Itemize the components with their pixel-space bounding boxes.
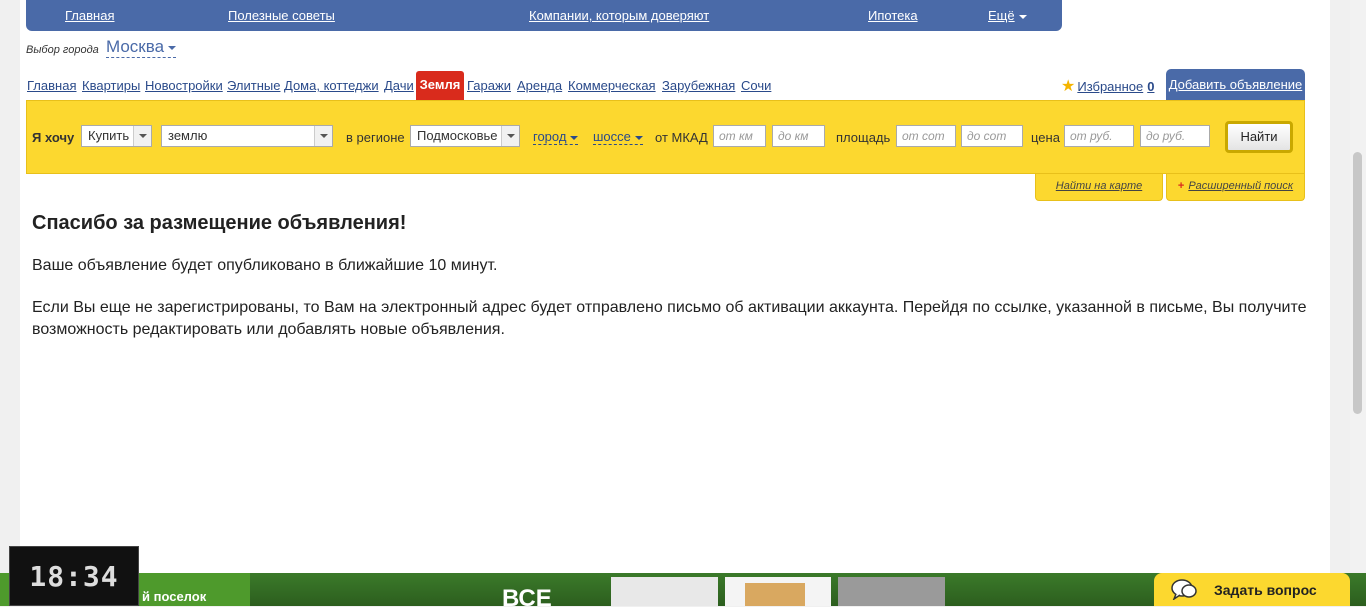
- city-filter-link[interactable]: город: [533, 129, 579, 145]
- chevron-down-icon: [168, 45, 177, 50]
- add-ad-button[interactable]: Добавить объявление: [1166, 69, 1305, 100]
- main-content: Спасибо за размещение объявления! Ваше о…: [32, 212, 1322, 361]
- price-to-input[interactable]: до руб.: [1140, 125, 1210, 147]
- banner-photo: [838, 577, 945, 606]
- publish-notice: Ваше объявление будет опубликовано в бли…: [32, 257, 498, 274]
- chevron-down-icon: [1018, 14, 1027, 19]
- city-selector[interactable]: Москва: [106, 37, 177, 58]
- banner-big-text: ВСЕ: [502, 585, 552, 606]
- map-search-tab[interactable]: Найти на карте: [1035, 174, 1163, 201]
- highway-filter-link[interactable]: шоссе: [593, 130, 643, 145]
- category-elite[interactable]: Элитные: [227, 78, 280, 93]
- category-apartments[interactable]: Квартиры: [82, 78, 140, 93]
- object-select[interactable]: землю: [161, 125, 333, 147]
- ask-question-button[interactable]: Задать вопрос: [1154, 573, 1350, 606]
- area-to-input[interactable]: до сот: [961, 125, 1023, 147]
- region-select-value: Подмосковье: [417, 128, 498, 143]
- category-new-buildings[interactable]: Новостройки: [145, 78, 223, 93]
- scrollbar-thumb[interactable]: [1353, 152, 1362, 414]
- plus-icon: +: [1177, 180, 1185, 192]
- category-home[interactable]: Главная: [27, 78, 76, 93]
- area-label: площадь: [836, 130, 891, 145]
- chevron-down-icon: [314, 126, 332, 146]
- object-select-value: землю: [168, 128, 208, 143]
- banner-text: й поселок: [142, 589, 207, 604]
- highway-filter-label: шоссе: [593, 129, 631, 144]
- page-title: Спасибо за размещение объявления!: [32, 212, 407, 234]
- mkad-from-input[interactable]: от км: [713, 125, 766, 147]
- find-button[interactable]: Найти: [1225, 121, 1293, 153]
- category-commercial[interactable]: Коммерческая: [568, 78, 656, 93]
- search-bar: Я хочу Купить землю в регионе Подмосковь…: [26, 100, 1305, 174]
- chevron-down-icon: [501, 126, 519, 146]
- mkad-label: от МКАД: [655, 130, 708, 145]
- mkad-to-input[interactable]: до км: [772, 125, 825, 147]
- chevron-down-icon: [133, 126, 151, 146]
- favorites-count: 0: [1147, 79, 1155, 94]
- region-select[interactable]: Подмосковье: [410, 125, 520, 147]
- category-garages[interactable]: Гаражи: [467, 78, 511, 93]
- map-search-label: Найти на карте: [1055, 180, 1143, 192]
- chevron-down-icon: [634, 135, 643, 140]
- topnav-home[interactable]: Главная: [65, 8, 114, 23]
- category-rent[interactable]: Аренда: [517, 78, 562, 93]
- topnav-mortgage[interactable]: Ипотека: [868, 8, 918, 23]
- area-from-input[interactable]: от сот: [896, 125, 956, 147]
- category-abroad[interactable]: Зарубежная: [662, 78, 735, 93]
- region-label: в регионе: [346, 130, 405, 145]
- city-label: Выбор города: [26, 44, 99, 56]
- favorites-label: Избранное: [1077, 79, 1144, 94]
- category-sochi[interactable]: Сочи: [741, 78, 771, 93]
- chat-bubble-icon: [1171, 579, 1197, 600]
- chevron-down-icon: [570, 135, 579, 140]
- action-select-value: Купить: [88, 128, 130, 143]
- category-dachas[interactable]: Дачи: [384, 78, 414, 93]
- top-navigation: Главная Полезные советы Компании, которы…: [26, 0, 1062, 31]
- favorites-link[interactable]: ★ Избранное 0: [1061, 76, 1154, 96]
- topnav-more-label: Ещё: [988, 8, 1015, 23]
- topnav-companies[interactable]: Компании, которым доверяют: [529, 8, 709, 23]
- topnav-tips[interactable]: Полезные советы: [228, 8, 335, 23]
- banner-photo: [725, 577, 831, 606]
- advanced-search-label: Расширенный поиск: [1188, 180, 1294, 192]
- ask-question-label: Задать вопрос: [1214, 582, 1317, 598]
- registration-notice: Если Вы еще не зарегистрированы, то Вам …: [32, 299, 1307, 338]
- action-select[interactable]: Купить: [81, 125, 152, 147]
- star-icon: ★: [1061, 78, 1076, 95]
- price-from-input[interactable]: от руб.: [1064, 125, 1134, 147]
- clock-widget: 18:34: [9, 546, 139, 606]
- category-houses[interactable]: Дома, коттеджи: [284, 78, 379, 93]
- page-scrollbar[interactable]: [1350, 0, 1366, 606]
- price-label: цена: [1031, 130, 1060, 145]
- want-label: Я хочу: [32, 130, 75, 145]
- topnav-more[interactable]: Ещё: [988, 8, 1027, 23]
- banner-photo: [611, 577, 718, 606]
- city-value: Москва: [106, 37, 165, 56]
- city-filter-label: город: [533, 129, 567, 144]
- advanced-search-tab[interactable]: + Расширенный поиск: [1166, 174, 1305, 201]
